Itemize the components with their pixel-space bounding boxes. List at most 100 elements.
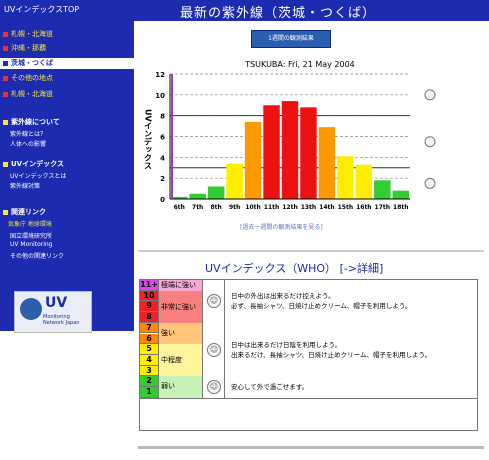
who-title: UVインデックス（WHO） [->詳細] [205,260,383,276]
x-tick-label: 15th [338,204,354,211]
weekly-results-button[interactable]: 1週間の観測結果 [251,30,331,48]
sidebar-item-naha[interactable]: 沖縄・那覇 [3,43,46,54]
face-cell: ☺ [202,280,224,323]
y-axis-label: UVインデックス [144,109,153,170]
y-tick-label: 10 [155,92,165,100]
sidebar-link-uv-what[interactable]: 紫外線とは？ [10,129,46,138]
x-tick-label: 14th [319,204,335,211]
uv-advice: 日中の外出は出来るだけ控えよう。 必ず、長袖シャツ、日焼け止めクリーム、帽子を利用… [224,280,477,323]
home-link[interactable]: UVインデックスTOP [4,4,79,15]
sidebar-link-nies[interactable]: 国立環境研究所 [10,231,52,240]
x-tick-label: 12th [282,204,298,211]
x-tick-label: 16th [356,204,372,211]
uv-level-cell: 8 [140,312,158,323]
uv-level-cell: 11+ [140,280,158,291]
bullet-icon [3,60,8,66]
uv-level-cell: 4 [140,354,158,366]
logo-subtitle: Monitoring Network Japan [43,314,80,326]
face-moderate-icon [424,136,436,148]
section-icon [3,119,8,125]
chart-bar [355,164,373,199]
x-tick-label: 17th [375,204,391,211]
sidebar: 札幌・北海道 沖縄・那覇 茨城・つくば その他の地点 札幌・北海道 紫外線につい… [0,21,134,333]
chart-bar [226,163,243,199]
globe-icon [20,298,42,320]
uv-level-cell: 2 [140,376,158,387]
sidebar-link-uv-health[interactable]: 人体への影響 [10,139,46,148]
sidebar-item-hokkaido[interactable]: 札幌・北海道 [3,89,53,100]
section-uv-index: UVインデックス [3,159,64,169]
sidebar-link-jma[interactable]: 気象庁 地球環境 [8,219,52,228]
uv-level-cell: 5 [140,344,158,355]
chart-bar [281,101,299,199]
advice-line: 日中は出来るだけ日陰を利用しよう。 [231,340,342,349]
face-cell: ☺ [202,376,224,398]
x-tick-label: 10th [245,204,260,211]
chart-bar [337,156,354,199]
x-tick-label: 18th [393,204,409,211]
uv-level-cell: 6 [140,333,158,345]
face-strong-icon [424,89,436,101]
chart-bar [300,107,317,199]
divider [138,250,484,252]
bullet-icon [3,31,8,37]
uv-level-cell: 3 [140,365,158,377]
face-weak-icon: ☺ [207,379,221,394]
x-tick-label: 13th [301,204,317,211]
who-detail-link[interactable]: [->詳細] [340,262,384,275]
top-bar: UVインデックスTOP 最新の紫外線（茨城・つくば） [0,0,489,21]
x-tick-label: 8th [210,204,221,211]
sidebar-item-sapporo[interactable]: 札幌・北海道 [3,29,53,40]
section-icon [3,209,8,215]
x-tick-label: 11th [264,204,280,211]
uv-category-cell: 極端に強い [158,280,202,291]
sidebar-link-uv-monitoring[interactable]: UV Monitoring [10,241,53,248]
advice-line: 必ず、長袖シャツ、日焼け止めクリーム、帽子を利用しよう。 [231,302,412,311]
sidebar-item-other[interactable]: その他の地点 [3,73,53,84]
sidebar-link-other[interactable]: その他の関連リンク [10,251,64,260]
uv-category-cell: 強い [158,322,202,345]
y-tick-label: 4 [160,154,165,162]
section-uv-about: 紫外線について [3,117,60,127]
bullet-icon [3,45,8,51]
bullet-icon [3,91,8,97]
y-tick-label: 12 [155,71,165,79]
sidebar-item-tsukuba[interactable]: 茨城・つくば [0,58,134,69]
uv-level-cell: 9 [140,301,158,313]
who-title-text: UVインデックス（WHO） [205,262,337,275]
bullet-icon [3,75,8,81]
uv-level-cell: 10 [140,290,158,302]
chart-bar [263,105,280,199]
y-tick-label: 8 [160,113,165,121]
uv-category-cell: 弱い [158,376,202,398]
chart-bar [244,121,262,199]
who-table: 11+ 極端に強い 10 9 8 非常に強い 7 6 強い 5 4 3 中程度 2 1 弱い ☺ 日中の外出は出来… [139,279,478,431]
sidebar-link-uvi-what[interactable]: UVインデックスとは [10,171,66,180]
y-tick-label: 2 [160,175,165,183]
face-strong-icon: ☺ [207,294,221,309]
past-week-link[interactable]: [過去一週間の観測結果を見る] [240,222,323,231]
x-tick-label: 9th [229,204,240,211]
chart-bar [374,180,391,199]
sidebar-link-uv-protection[interactable]: 紫外線対策 [10,181,40,190]
advice-line: 出来るだけ、長袖シャツ、日焼け止めクリーム、帽子を利用しよう。 [231,350,432,359]
y-tick-label: 6 [160,134,165,142]
section-related-links: 関連リンク [3,207,46,217]
uv-gradient-bar [171,74,173,199]
chart-bar [392,190,409,199]
section-icon [3,161,8,167]
uv-advice: 安心して外で過ごせます。 [224,376,477,398]
advice-line: 日中の外出は出来るだけ控えよう。 [231,292,335,301]
chart-bar [207,186,225,199]
y-tick-label: 0 [160,196,165,204]
divider [138,446,484,449]
uv-level-cell: 7 [140,322,158,334]
logo-title: UV [45,295,68,311]
chart-bar [318,127,336,199]
uv-category-cell: 非常に強い [158,290,202,323]
advice-line: 安心して外で過ごせます。 [231,382,309,391]
uv-category-cell: 中程度 [158,344,202,377]
face-cell: ☺ [202,322,224,377]
page-title: 最新の紫外線（茨城・つくば） [180,6,377,21]
uv-monitoring-logo[interactable]: UV Monitoring Network Japan [14,291,92,333]
